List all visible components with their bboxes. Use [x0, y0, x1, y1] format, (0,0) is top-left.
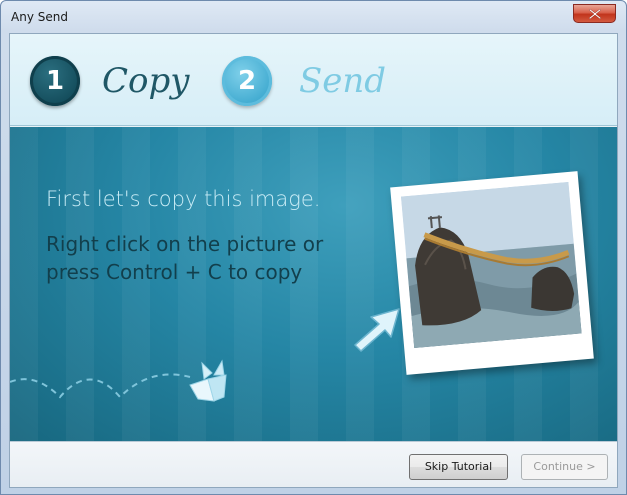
close-button[interactable]	[573, 4, 616, 23]
rocks-rope-scene	[400, 181, 582, 349]
step-1-label: Copy	[102, 61, 190, 101]
arrow-cursor-icon	[354, 308, 400, 352]
step-header: 1 Copy 2 Send	[10, 34, 617, 126]
window-title: Any Send	[11, 10, 68, 24]
tutorial-heading: First let's copy this image.	[46, 187, 321, 211]
sample-photo[interactable]	[390, 171, 594, 375]
any-send-window: Any Send 1 Copy 2 Send First let's copy …	[0, 0, 627, 495]
dashed-flight-path	[10, 373, 191, 399]
continue-button[interactable]: Continue >	[521, 454, 608, 480]
tutorial-stage: First let's copy this image. Right click…	[10, 127, 617, 441]
step-1-number: 1	[45, 66, 65, 96]
paper-plane-icon	[189, 359, 227, 402]
step-2-label: Send	[299, 61, 387, 101]
dialog-content: 1 Copy 2 Send First let's copy this imag…	[9, 33, 618, 488]
step-1-circle: 1	[30, 56, 80, 106]
step-2-number: 2	[237, 66, 257, 96]
skip-tutorial-button[interactable]: Skip Tutorial	[409, 454, 508, 480]
close-icon	[589, 9, 601, 19]
tutorial-instruction: Right click on the picture or press Cont…	[46, 232, 324, 284]
button-bar: Skip Tutorial Continue >	[10, 441, 617, 487]
step-2-circle: 2	[222, 56, 272, 106]
title-bar[interactable]: Any Send	[1, 1, 626, 33]
photo-image[interactable]	[400, 181, 582, 349]
